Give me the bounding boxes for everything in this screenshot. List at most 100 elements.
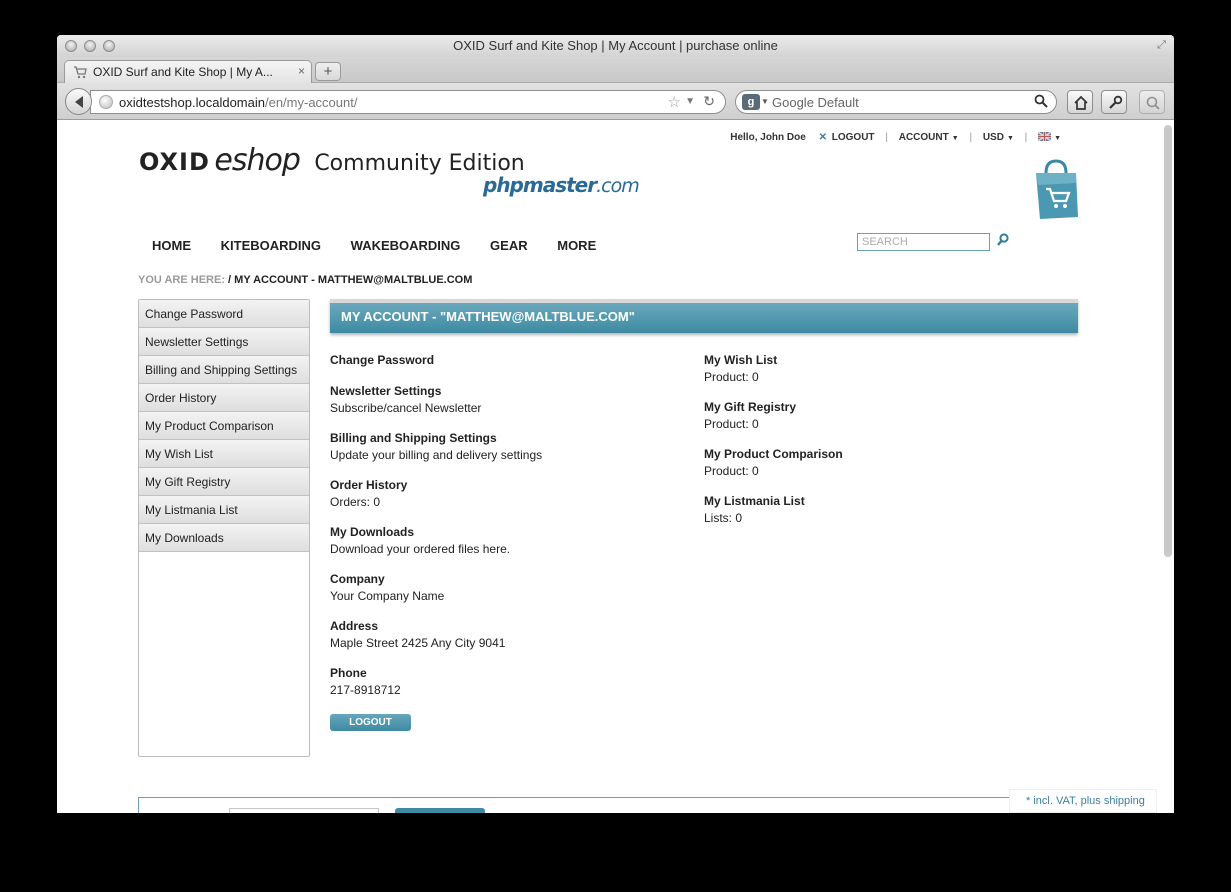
phpmaster-domain: .com: [596, 175, 640, 197]
entry-title[interactable]: Billing and Shipping Settings: [330, 430, 670, 446]
entry-value: Update your billing and delivery setting…: [330, 448, 543, 462]
chevron-down-icon: ▼: [951, 135, 959, 142]
entry-title[interactable]: Change Password: [330, 352, 670, 368]
account-entry-downloads: My Downloads Download your ordered files…: [330, 524, 670, 558]
shop-search-placeholder: SEARCH: [862, 236, 908, 248]
account-menu[interactable]: ACCOUNT ▼: [899, 132, 959, 143]
web-search-bar[interactable]: g ▼ Google Default: [735, 90, 1057, 114]
account-entry-address: Address Maple Street 2425 Any City 9041: [330, 618, 670, 652]
phpmaster-name: phpmaster: [483, 173, 597, 197]
search-icon[interactable]: [1034, 94, 1048, 108]
minimize-window-icon[interactable]: [84, 40, 96, 52]
logout-button[interactable]: LOGOUT: [330, 714, 411, 731]
entry-value: Lists: 0: [704, 511, 743, 525]
account-entry-listmania: My Listmania List Lists: 0: [704, 493, 1044, 527]
close-window-icon[interactable]: [65, 40, 77, 52]
entry-title[interactable]: My Wish List: [704, 352, 1044, 368]
header-logout-link[interactable]: LOGOUT: [832, 132, 875, 143]
language-menu[interactable]: ▼: [1037, 131, 1061, 143]
entry-value: Orders: 0: [330, 495, 381, 509]
home-button[interactable]: [1067, 90, 1093, 114]
entry-title[interactable]: My Downloads: [330, 524, 670, 540]
account-content: MY ACCOUNT - "MATTHEW@MALTBLUE.COM": [330, 299, 1078, 333]
history-dropdown-icon[interactable]: ▼: [685, 96, 695, 107]
oxid-eshop-logo[interactable]: OXID eshop Community Edition: [139, 143, 525, 178]
vat-note: * incl. VAT, plus shipping: [1009, 789, 1157, 813]
engine-dropdown-icon[interactable]: ▼: [761, 97, 769, 106]
account-entry-wish-list: My Wish List Product: 0: [704, 352, 1044, 386]
logout-x-icon[interactable]: ✕: [819, 132, 827, 143]
url-path: /en/my-account/: [264, 95, 358, 110]
entry-title: Address: [330, 619, 379, 633]
nav-wakeboarding[interactable]: WAKEBOARDING: [351, 238, 461, 253]
tools-button[interactable]: [1101, 90, 1127, 114]
entry-title[interactable]: Newsletter Settings: [330, 383, 670, 399]
web-search-placeholder: Google Default: [772, 95, 859, 110]
sidebar-item-order-history[interactable]: Order History: [139, 384, 309, 412]
logo-oxid: OXID: [139, 148, 210, 176]
tab-my-account[interactable]: OXID Surf and Kite Shop | My A... ×: [64, 60, 312, 83]
nav-gear[interactable]: GEAR: [490, 238, 528, 253]
url-text[interactable]: oxidtestshop.localdomain/en/my-account/: [119, 95, 357, 110]
account-entry-phone: Phone 217-8918712: [330, 665, 670, 699]
entry-title[interactable]: Order History: [330, 477, 670, 493]
footer-newsletter-box: [138, 797, 1078, 813]
nav-home[interactable]: HOME: [152, 238, 191, 253]
entry-title[interactable]: My Gift Registry: [704, 399, 1044, 415]
logo-eshop: eshop: [214, 143, 300, 178]
new-tab-button[interactable]: +: [315, 62, 341, 81]
footer-subscribe-button[interactable]: [395, 808, 485, 813]
shop-page: OXID eshop Community Edition phpmaster.c…: [57, 121, 1157, 813]
divider: |: [885, 132, 888, 143]
service-menu: Hello, John Doe ✕ LOGOUT | ACCOUNT ▼ | US…: [730, 131, 1061, 143]
nav-kiteboarding[interactable]: KITEBOARDING: [221, 238, 321, 253]
url-host: oxidtestshop.localdomain: [119, 95, 265, 110]
fullscreen-icon[interactable]: ⤢: [1155, 39, 1168, 52]
main-navigation: HOME KITEBOARDING WAKEBOARDING GEAR MORE: [152, 238, 622, 253]
vertical-scrollbar[interactable]: [1164, 125, 1172, 557]
user-greeting: Hello, John Doe: [730, 132, 806, 143]
back-button[interactable]: [65, 88, 92, 115]
entry-title[interactable]: My Product Comparison: [704, 446, 1044, 462]
tab-close-icon[interactable]: ×: [298, 64, 305, 78]
bookmark-star-icon[interactable]: ☆: [668, 93, 681, 111]
title-bar: OXID Surf and Kite Shop | My Account | p…: [57, 35, 1174, 57]
sidebar-item-gift-registry[interactable]: My Gift Registry: [139, 468, 309, 496]
sidebar-item-billing-shipping[interactable]: Billing and Shipping Settings: [139, 356, 309, 384]
sidebar-item-change-password[interactable]: Change Password: [139, 300, 309, 328]
entry-value: 217-8918712: [330, 683, 401, 697]
nav-more[interactable]: MORE: [557, 238, 596, 253]
account-entry-newsletter: Newsletter Settings Subscribe/cancel New…: [330, 383, 670, 417]
tab-bar: OXID Surf and Kite Shop | My A... × +: [57, 57, 1174, 83]
cart-favicon-icon: [74, 66, 87, 79]
currency-label: USD: [982, 132, 1004, 143]
sidebar-item-product-comparison[interactable]: My Product Comparison: [139, 412, 309, 440]
account-entry-gift-registry: My Gift Registry Product: 0: [704, 399, 1044, 433]
account-label: ACCOUNT: [898, 132, 949, 143]
url-bar[interactable]: oxidtestshop.localdomain/en/my-account/ …: [90, 90, 726, 114]
account-sidebar: Change Password Newsletter Settings Bill…: [138, 299, 310, 757]
sidebar-item-listmania[interactable]: My Listmania List: [139, 496, 309, 524]
entry-title[interactable]: My Listmania List: [704, 493, 1044, 509]
search-icon[interactable]: [996, 232, 1010, 248]
zoom-button[interactable]: [1139, 90, 1165, 114]
sidebar-item-downloads[interactable]: My Downloads: [139, 524, 309, 552]
sidebar-item-newsletter-settings[interactable]: Newsletter Settings: [139, 328, 309, 356]
page-viewport: OXID eshop Community Edition phpmaster.c…: [57, 121, 1174, 813]
divider: |: [969, 132, 973, 143]
zoom-window-icon[interactable]: [103, 40, 115, 52]
account-entry-change-password: Change Password: [330, 352, 670, 368]
currency-menu[interactable]: USD ▼: [983, 132, 1014, 143]
basket-icon[interactable]: [1032, 159, 1080, 221]
shop-search-input[interactable]: SEARCH: [857, 233, 990, 251]
entry-title: Phone: [330, 666, 367, 680]
account-entry-company: Company Your Company Name: [330, 571, 670, 605]
reload-icon[interactable]: ↻: [703, 93, 715, 110]
site-identity-icon[interactable]: [99, 95, 113, 109]
magnifier-icon: [1146, 96, 1160, 110]
sidebar-item-wish-list[interactable]: My Wish List: [139, 440, 309, 468]
footer-newsletter-input[interactable]: [229, 808, 379, 813]
uk-flag-icon: [1037, 131, 1052, 142]
breadcrumb-path[interactable]: / MY ACCOUNT - MATTHEW@MALTBLUE.COM: [225, 274, 472, 286]
google-engine-icon[interactable]: g: [742, 94, 760, 110]
